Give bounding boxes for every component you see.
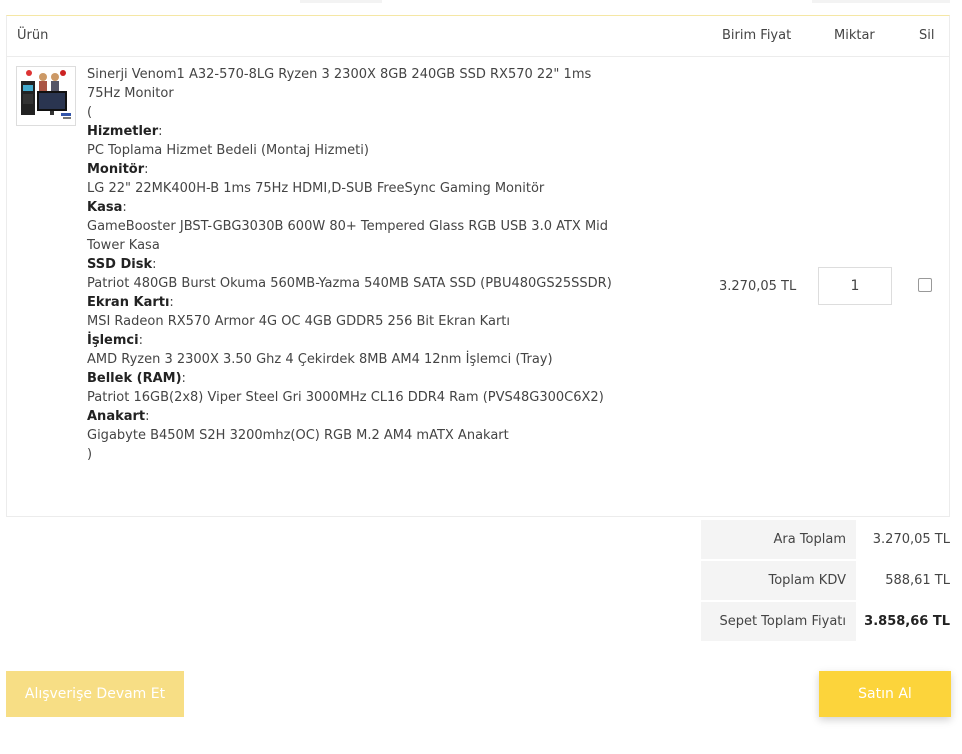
spec-value: MSI Radeon RX570 Armor 4G OC 4GB GDDR5 2… (87, 314, 511, 329)
subtotal-label: Ara Toplam (701, 520, 856, 559)
spec-value: Patriot 480GB Burst Okuma 560MB-Yazma 54… (87, 276, 612, 291)
subtotal-row: Ara Toplam 3.270,05 TL (701, 520, 950, 559)
spec-value: Patriot 16GB(2x8) Viper Steel Gri 3000MH… (87, 390, 604, 405)
header-quantity: Miktar (834, 28, 875, 43)
table-row: Sinerji Venom1 A32-570-8LG Ryzen 3 2300X… (7, 57, 949, 517)
vat-value: 588,61 TL (885, 573, 950, 588)
spec-label-row: Bellek (RAM): (87, 371, 186, 386)
product-title[interactable]: Sinerji Venom1 A32-570-8LG Ryzen 3 2300X… (87, 65, 617, 103)
header-delete: Sil (919, 28, 935, 43)
spec-label-row: Kasa: (87, 200, 127, 215)
delete-checkbox[interactable] (918, 278, 932, 292)
top-tab-left (300, 0, 382, 3)
total-row: Sepet Toplam Fiyatı 3.858,66 TL (701, 602, 950, 641)
product-description: Sinerji Venom1 A32-570-8LG Ryzen 3 2300X… (87, 65, 617, 464)
spec-label: Kasa (87, 200, 123, 215)
spec-label: Hizmetler (87, 124, 159, 139)
spec-label-row: Ekran Kartı: (87, 295, 174, 310)
open-paren: ( (87, 105, 93, 120)
close-paren: ) (87, 447, 93, 462)
buy-button[interactable]: Satın Al (819, 671, 951, 717)
spec-value: AMD Ryzen 3 2300X 3.50 Ghz 4 Çekirdek 8M… (87, 352, 553, 367)
spec-label-row: Hizmetler: (87, 124, 163, 139)
vat-label: Toplam KDV (701, 561, 856, 600)
product-image-icon (17, 67, 75, 125)
spec-label: İşlemci (87, 333, 139, 348)
spec-label-row: SSD Disk: (87, 257, 157, 272)
spec-label-row: İşlemci: (87, 333, 143, 348)
spec-value: GameBooster JBST-GBG3030B 600W 80+ Tempe… (87, 219, 609, 253)
cart-totals: Ara Toplam 3.270,05 TL Toplam KDV 588,61… (701, 520, 950, 643)
spec-label: Bellek (RAM) (87, 371, 182, 386)
quantity-input[interactable]: 1 (818, 267, 892, 305)
table-header: Ürün Birim Fiyat Miktar Sil (7, 16, 949, 57)
spec-label: Anakart (87, 409, 146, 424)
spec-value: LG 22" 22MK400H-B 1ms 75Hz HDMI,D-SUB Fr… (87, 181, 545, 196)
spec-label: Monitör (87, 162, 145, 177)
spec-label-row: Monitör: (87, 162, 149, 177)
vat-row: Toplam KDV 588,61 TL (701, 561, 950, 600)
total-value: 3.858,66 TL (864, 614, 950, 629)
header-unit-price: Birim Fiyat (722, 28, 792, 43)
continue-shopping-button[interactable]: Alışverişe Devam Et (6, 671, 184, 717)
top-tab-right (812, 0, 950, 3)
total-label: Sepet Toplam Fiyatı (701, 602, 856, 641)
subtotal-value: 3.270,05 TL (872, 532, 950, 547)
spec-value: Gigabyte B450M S2H 3200mhz(OC) RGB M.2 A… (87, 428, 509, 443)
header-product: Ürün (17, 28, 49, 43)
cart-table: Ürün Birim Fiyat Miktar Sil Sinerji Veno… (6, 15, 950, 517)
unit-price: 3.270,05 TL (719, 279, 797, 294)
product-thumbnail[interactable] (16, 66, 76, 126)
spec-value: PC Toplama Hizmet Bedeli (Montaj Hizmeti… (87, 143, 369, 158)
spec-label-row: Anakart: (87, 409, 150, 424)
spec-label: Ekran Kartı (87, 295, 170, 310)
spec-label: SSD Disk (87, 257, 153, 272)
